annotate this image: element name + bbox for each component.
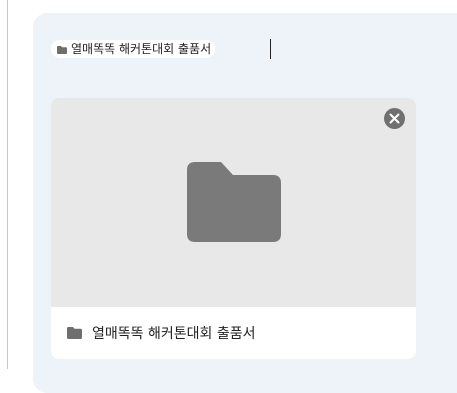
attachment-chip[interactable]: 열매똑똑 해커톤대회 출품서 bbox=[51, 40, 216, 58]
text-cursor bbox=[270, 39, 271, 59]
file-attachment-card[interactable]: 열매똑똑 해커톤대회 출품서 bbox=[51, 98, 416, 359]
remove-attachment-button[interactable] bbox=[384, 108, 405, 129]
file-card-footer: 열매똑똑 해커톤대회 출품서 bbox=[51, 307, 416, 359]
page-border bbox=[7, 0, 8, 369]
file-preview bbox=[51, 98, 416, 307]
close-icon bbox=[389, 113, 400, 124]
file-name: 열매똑똑 해커톤대회 출품서 bbox=[92, 326, 256, 342]
folder-icon bbox=[67, 327, 82, 339]
folder-icon bbox=[187, 162, 281, 242]
folder-icon bbox=[57, 45, 67, 54]
attachment-chip-label: 열매똑똑 해커톤대회 출품서 bbox=[71, 42, 212, 56]
